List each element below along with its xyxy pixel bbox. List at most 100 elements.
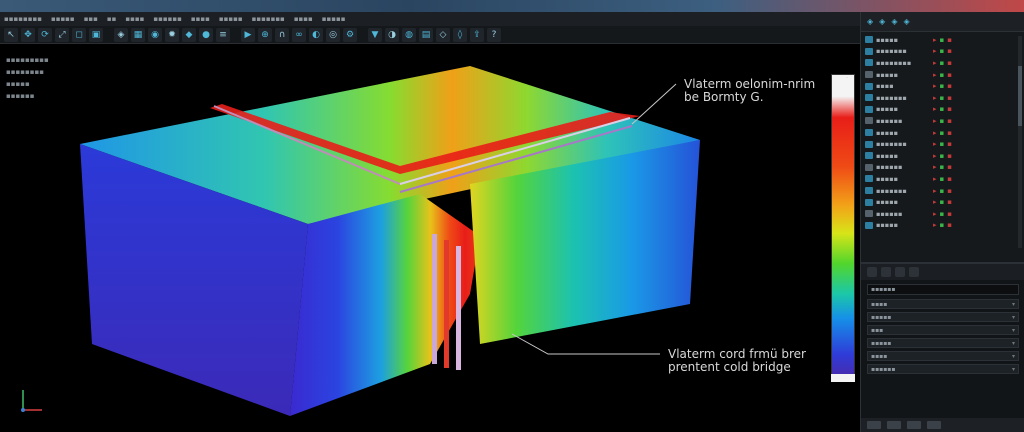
- visibility-flag-icon[interactable]: ▸: [933, 140, 937, 148]
- render-flag-icon[interactable]: ▪: [940, 198, 945, 206]
- dropdown-icon[interactable]: ▾: [1012, 366, 1015, 373]
- dropdown-icon[interactable]: ▾: [1012, 353, 1015, 360]
- magnet-icon[interactable]: ∩: [275, 27, 289, 42]
- property-row[interactable]: ▪▪▪▪ ▾: [867, 299, 1019, 309]
- outliner-row[interactable]: ▪▪▪▪▪ ▸ ▪ ▪: [865, 127, 1022, 139]
- camera-icon[interactable]: ◉: [148, 27, 162, 42]
- outliner-row[interactable]: ▪▪▪▪▪ ▸ ▪ ▪: [865, 69, 1022, 81]
- bottom-tab[interactable]: [887, 421, 901, 429]
- render-icon[interactable]: ▶: [241, 27, 255, 42]
- menu-item[interactable]: ▪▪▪▪▪: [322, 15, 346, 23]
- outliner-row[interactable]: ▪▪▪▪▪ ▸ ▪ ▪: [865, 173, 1022, 185]
- lock-flag-icon[interactable]: ▪: [947, 71, 952, 79]
- outliner-row[interactable]: ▪▪▪▪▪ ▸ ▪ ▪: [865, 150, 1022, 162]
- lock-flag-icon[interactable]: ▪: [947, 198, 952, 206]
- lock-flag-icon[interactable]: ▪: [947, 152, 952, 160]
- cursor-icon[interactable]: ↖: [4, 27, 18, 42]
- render-flag-icon[interactable]: ▪: [940, 94, 945, 102]
- texture-icon[interactable]: ▤: [419, 27, 433, 42]
- grid-icon[interactable]: ▦: [131, 27, 145, 42]
- scene-outliner[interactable]: ▪▪▪▪▪ ▸ ▪ ▪ ▪▪▪▪▪▪▪ ▸ ▪ ▪ ▪▪▪▪▪▪▪▪ ▸ ▪ ▪ ▪▪▪▪▪ ▸ ▪ ▪ ▪▪▪…: [861, 32, 1024, 252]
- outliner-row[interactable]: ▪▪▪▪▪▪ ▸ ▪ ▪: [865, 115, 1022, 127]
- outliner-row[interactable]: ▪▪▪▪▪▪▪▪ ▸ ▪ ▪: [865, 57, 1022, 69]
- visibility-flag-icon[interactable]: ▸: [933, 82, 937, 90]
- lock-flag-icon[interactable]: ▪: [947, 140, 952, 148]
- property-row[interactable]: ▪▪▪ ▾: [867, 325, 1019, 335]
- render-flag-icon[interactable]: ▪: [940, 36, 945, 44]
- tab-modifiers[interactable]: [881, 267, 891, 277]
- menu-item[interactable]: ▪▪▪▪▪: [219, 15, 243, 23]
- lock-flag-icon[interactable]: ▪: [947, 82, 952, 90]
- visibility-flag-icon[interactable]: ▸: [933, 152, 937, 160]
- scale-icon[interactable]: ⤢: [55, 27, 69, 42]
- tab-material[interactable]: [895, 267, 905, 277]
- dropdown-icon[interactable]: ▾: [1012, 340, 1015, 347]
- export-icon[interactable]: ⇪: [470, 27, 484, 42]
- menu-item[interactable]: ▪▪▪▪: [191, 15, 210, 23]
- outliner-row[interactable]: ▪▪▪▪▪▪ ▸ ▪ ▪: [865, 162, 1022, 174]
- help-icon[interactable]: ?: [487, 27, 501, 42]
- render-flag-icon[interactable]: ▪: [940, 175, 945, 183]
- property-row[interactable]: ▪▪▪▪▪ ▾: [867, 338, 1019, 348]
- dropdown-icon[interactable]: ▾: [1012, 301, 1015, 308]
- menu-item[interactable]: ▪▪▪▪▪: [51, 15, 75, 23]
- graph-icon[interactable]: ◊: [453, 27, 467, 42]
- view-icon[interactable]: ◐: [309, 27, 323, 42]
- menu-item[interactable]: ▪▪▪▪▪▪▪▪: [4, 15, 42, 23]
- dropdown-icon[interactable]: ▾: [1012, 314, 1015, 321]
- outliner-row[interactable]: ▪▪▪▪▪▪▪ ▸ ▪ ▪: [865, 185, 1022, 197]
- menu-item[interactable]: ▪▪▪▪: [125, 15, 144, 23]
- render-flag-icon[interactable]: ▪: [940, 117, 945, 125]
- lock-flag-icon[interactable]: ▪: [947, 117, 952, 125]
- render-flag-icon[interactable]: ▪: [940, 59, 945, 67]
- outliner-row[interactable]: ▪▪▪▪▪ ▸ ▪ ▪: [865, 34, 1022, 46]
- outliner-row[interactable]: ▪▪▪▪▪ ▸ ▪ ▪: [865, 196, 1022, 208]
- outliner-row[interactable]: ▪▪▪▪▪ ▸ ▪ ▪: [865, 104, 1022, 116]
- arrow-icon[interactable]: ◈: [867, 17, 873, 26]
- camera-icon[interactable]: ◈: [879, 17, 885, 26]
- select-icon[interactable]: ◻: [72, 27, 86, 42]
- visibility-flag-icon[interactable]: ▸: [933, 47, 937, 55]
- menu-item[interactable]: ▪▪▪: [84, 15, 98, 23]
- light-icon[interactable]: ✹: [165, 27, 179, 42]
- lock-flag-icon[interactable]: ▪: [947, 129, 952, 137]
- outliner-row[interactable]: ▪▪▪▪▪▪▪ ▸ ▪ ▪: [865, 138, 1022, 150]
- visibility-flag-icon[interactable]: ▸: [933, 94, 937, 102]
- visibility-flag-icon[interactable]: ▸: [933, 129, 937, 137]
- node-icon[interactable]: ◇: [436, 27, 450, 42]
- property-row[interactable]: ▪▪▪▪▪ ▾: [867, 312, 1019, 322]
- lock-flag-icon[interactable]: ▪: [947, 94, 952, 102]
- visibility-flag-icon[interactable]: ▸: [933, 59, 937, 67]
- render-flag-icon[interactable]: ▪: [940, 71, 945, 79]
- visibility-flag-icon[interactable]: ▸: [933, 198, 937, 206]
- mesh-icon[interactable]: ◆: [182, 27, 196, 42]
- render-flag-icon[interactable]: ▪: [940, 129, 945, 137]
- properties-search-field[interactable]: ▪▪▪▪▪▪: [867, 284, 1019, 295]
- lock-flag-icon[interactable]: ▪: [947, 210, 952, 218]
- visibility-flag-icon[interactable]: ▸: [933, 163, 937, 171]
- 3d-viewport[interactable]: ▪▪▪▪▪▪▪▪▪ ▪▪▪▪▪▪▪▪ ▪▪▪▪▪ ▪▪▪▪▪▪ Vlaterm oel…: [0, 44, 860, 432]
- outliner-row[interactable]: ▪▪▪▪▪ ▸ ▪ ▪: [865, 220, 1022, 232]
- eye-icon[interactable]: ◈: [891, 17, 897, 26]
- render-flag-icon[interactable]: ▪: [940, 210, 945, 218]
- property-row[interactable]: ▪▪▪▪▪▪ ▾: [867, 364, 1019, 374]
- filter-icon[interactable]: ◈: [903, 17, 909, 26]
- visibility-flag-icon[interactable]: ▸: [933, 175, 937, 183]
- material-icon[interactable]: ◍: [402, 27, 416, 42]
- outliner-row[interactable]: ▪▪▪▪▪▪▪ ▸ ▪ ▪: [865, 46, 1022, 58]
- menu-item[interactable]: ▪▪▪▪▪▪▪: [252, 15, 285, 23]
- render-flag-icon[interactable]: ▪: [940, 152, 945, 160]
- lock-flag-icon[interactable]: ▪: [947, 187, 952, 195]
- box-icon[interactable]: ▣: [89, 27, 103, 42]
- outliner-scrollbar[interactable]: [1018, 36, 1022, 248]
- layers-icon[interactable]: ≡: [216, 27, 230, 42]
- render-flag-icon[interactable]: ▪: [940, 47, 945, 55]
- menu-item[interactable]: ▪▪▪▪: [294, 15, 313, 23]
- outliner-row[interactable]: ▪▪▪▪▪▪▪ ▸ ▪ ▪: [865, 92, 1022, 104]
- visibility-flag-icon[interactable]: ▸: [933, 105, 937, 113]
- bottom-tab[interactable]: [867, 421, 881, 429]
- lock-flag-icon[interactable]: ▪: [947, 163, 952, 171]
- visibility-flag-icon[interactable]: ▸: [933, 36, 937, 44]
- menu-item[interactable]: ▪▪: [107, 15, 117, 23]
- render-flag-icon[interactable]: ▪: [940, 187, 945, 195]
